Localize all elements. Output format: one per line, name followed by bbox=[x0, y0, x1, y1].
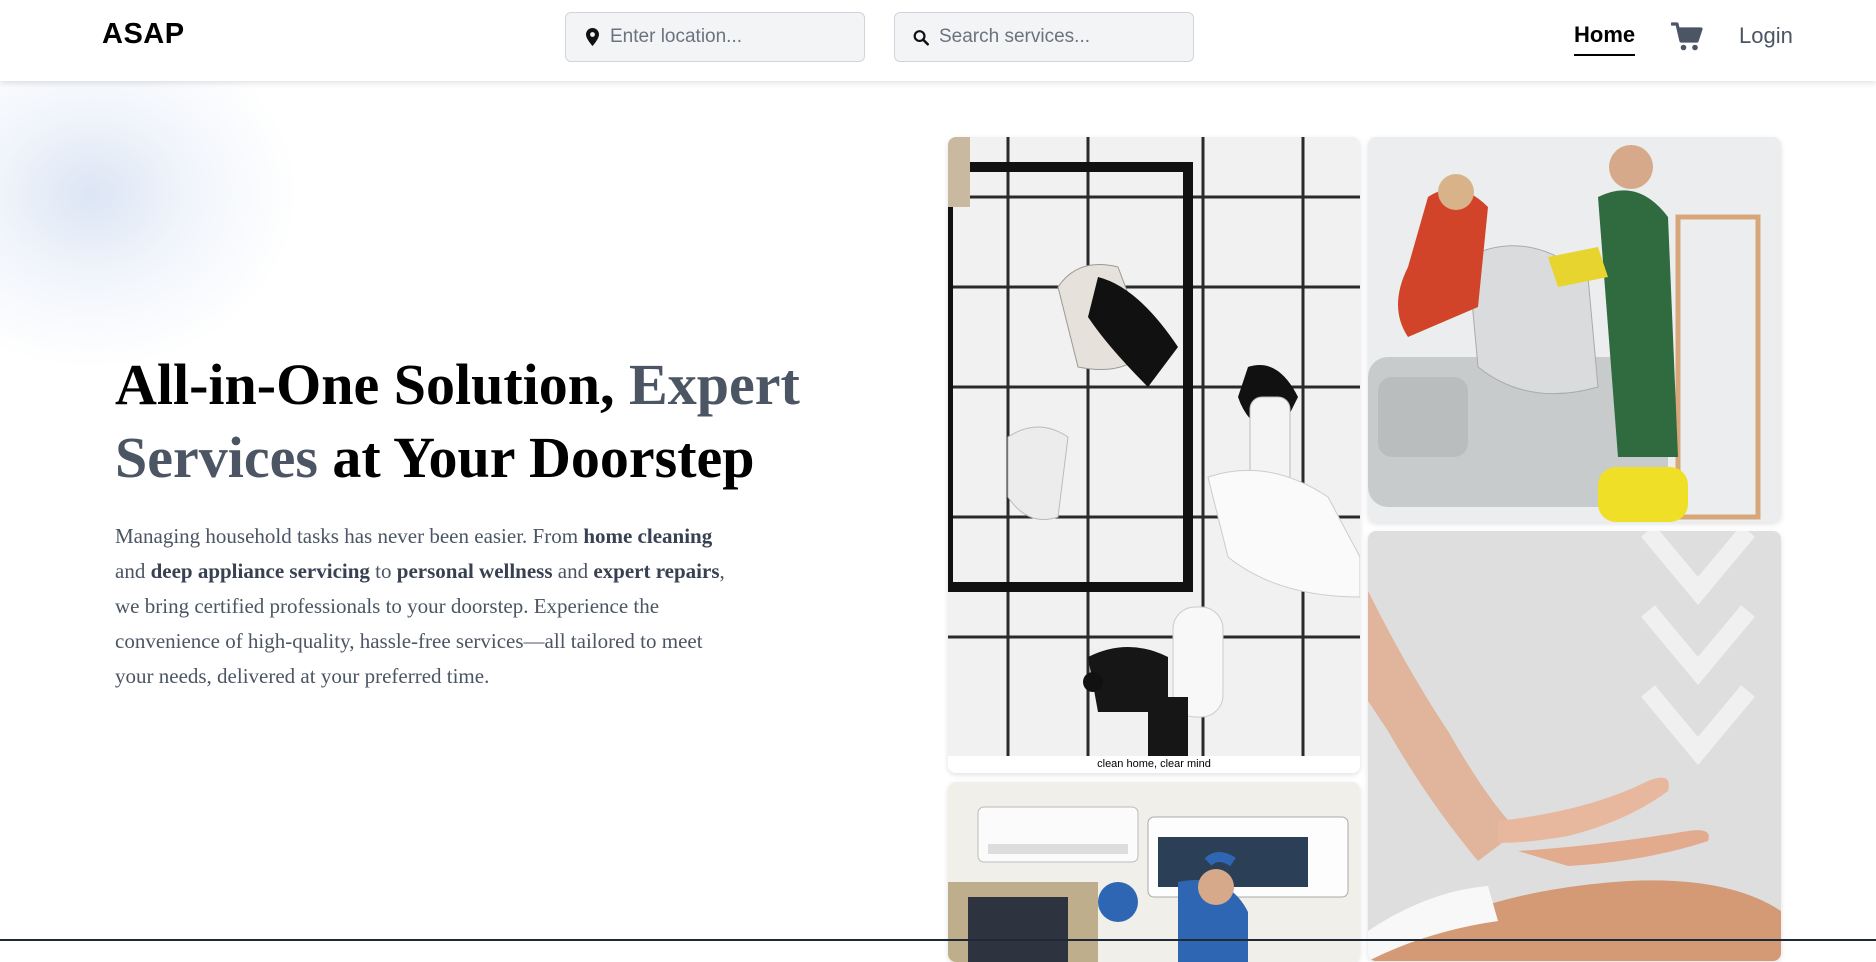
background-blob bbox=[0, 50, 300, 370]
gallery-card-ac-service[interactable] bbox=[948, 782, 1360, 962]
nav-home-link[interactable]: Home bbox=[1574, 22, 1636, 56]
home-service-photo bbox=[1368, 137, 1781, 522]
location-pin-icon bbox=[584, 27, 600, 47]
hero-title-part1: All-in-One Solution, bbox=[115, 352, 630, 417]
search-icon bbox=[913, 27, 929, 47]
desc-text: and bbox=[115, 559, 151, 583]
desc-text: Managing household tasks has never been … bbox=[115, 524, 584, 548]
location-search-box[interactable] bbox=[565, 12, 865, 62]
gallery-card-home-service[interactable] bbox=[1368, 137, 1781, 522]
desc-highlight-appliance: deep appliance servicing bbox=[150, 559, 370, 583]
gallery-card-cleaning[interactable]: clean home, clear mind bbox=[948, 137, 1360, 773]
gallery-card-wellness[interactable] bbox=[1368, 531, 1781, 961]
cart-icon[interactable] bbox=[1670, 22, 1703, 52]
hero-description: Managing household tasks has never been … bbox=[115, 519, 740, 694]
logo[interactable]: ASAP bbox=[102, 18, 185, 51]
desc-highlight-repairs: expert repairs bbox=[593, 559, 720, 583]
nav-login-link[interactable]: Login bbox=[1739, 23, 1793, 49]
desc-highlight-home-cleaning: home cleaning bbox=[583, 524, 713, 548]
hero-title: All-in-One Solution, Expert Services at … bbox=[115, 348, 835, 494]
service-search-input[interactable] bbox=[939, 26, 1193, 48]
photo-caption: clean home, clear mind bbox=[948, 756, 1360, 773]
desc-highlight-wellness: personal wellness bbox=[396, 559, 553, 583]
cleaning-photo bbox=[948, 137, 1360, 756]
desc-text: and bbox=[552, 559, 594, 583]
ac-service-photo bbox=[948, 782, 1360, 962]
location-input[interactable] bbox=[610, 26, 864, 48]
navbar: ASAP Home Login bbox=[0, 0, 1876, 81]
hero-title-part2: at Your Doorstep bbox=[317, 425, 755, 490]
desc-text: to bbox=[369, 559, 397, 583]
service-search-box[interactable] bbox=[894, 12, 1194, 62]
wellness-photo bbox=[1368, 531, 1781, 961]
